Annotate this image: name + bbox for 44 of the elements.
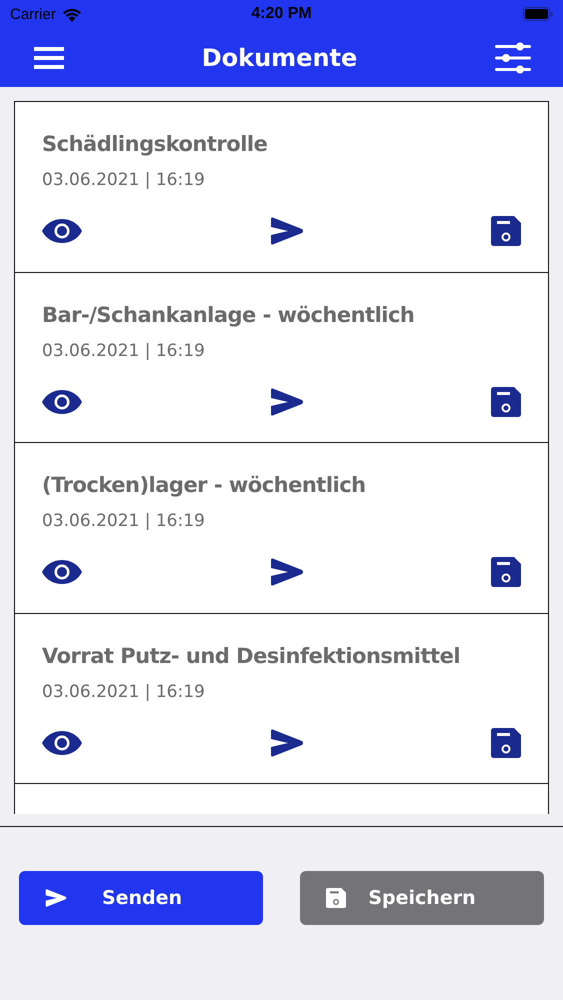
eye-icon <box>42 730 82 756</box>
view-button[interactable] <box>42 559 82 585</box>
document-title: (Trocken)lager - wöchentlich <box>42 473 367 497</box>
document-date: 03.06.2021 | 16:19 <box>42 340 206 360</box>
carrier-label: Carrier <box>10 6 56 22</box>
view-button[interactable] <box>42 388 82 414</box>
send-button[interactable] <box>270 558 304 586</box>
eye-icon <box>42 388 82 414</box>
document-title: Bar-/Schankanlage - wöchentlich <box>42 302 416 326</box>
eye-icon <box>42 218 82 244</box>
battery-icon <box>523 7 553 21</box>
eye-icon <box>42 559 82 585</box>
sliders-icon <box>494 42 531 74</box>
paper-plane-icon <box>270 217 304 245</box>
menu-button[interactable] <box>34 46 64 70</box>
document-card[interactable]: Bar-/Schankanlage - wöchentlich 03.06.2021 | 16:19 <box>14 272 549 444</box>
document-date: 03.06.2021 | 16:19 <box>42 682 206 702</box>
paper-plane-icon <box>270 558 304 586</box>
document-date: 03.06.2021 | 16:19 <box>42 170 206 190</box>
view-button[interactable] <box>42 218 82 244</box>
send-button[interactable] <box>270 217 304 245</box>
send-button[interactable] <box>270 388 304 416</box>
send-button[interactable]: Senden <box>19 871 263 925</box>
clock-time: 4:20 PM <box>251 5 312 23</box>
document-card[interactable]: Schädlingskontrolle 03.06.2021 | 16:19 <box>14 101 549 273</box>
save-button[interactable] <box>491 728 521 758</box>
save-button[interactable] <box>491 386 521 416</box>
send-button[interactable] <box>270 728 304 756</box>
save-button[interactable]: Speichern <box>300 871 544 925</box>
filter-button[interactable] <box>494 42 531 74</box>
paper-plane-icon <box>270 388 304 416</box>
document-title: Schädlingskontrolle <box>42 132 268 156</box>
menu-icon <box>34 46 64 70</box>
paper-plane-icon <box>270 728 304 756</box>
document-card[interactable]: (Trocken)lager - wöchentlich 03.06.2021 | 16:19 <box>14 442 549 614</box>
save-button[interactable] <box>491 557 521 587</box>
view-button[interactable] <box>42 730 82 756</box>
document-card[interactable]: Vorrat Putz- und Desinfektionsmittel 03.06.2021 | 16:19 <box>14 612 549 784</box>
document-title: Vorrat Putz- und Desinfektionsmittel <box>42 644 462 668</box>
screen-title: Dokumente <box>202 44 358 72</box>
save-button[interactable] <box>491 216 521 246</box>
wifi-icon <box>62 6 82 22</box>
document-date: 03.06.2021 | 16:19 <box>42 511 206 531</box>
paper-plane-icon <box>45 889 67 907</box>
